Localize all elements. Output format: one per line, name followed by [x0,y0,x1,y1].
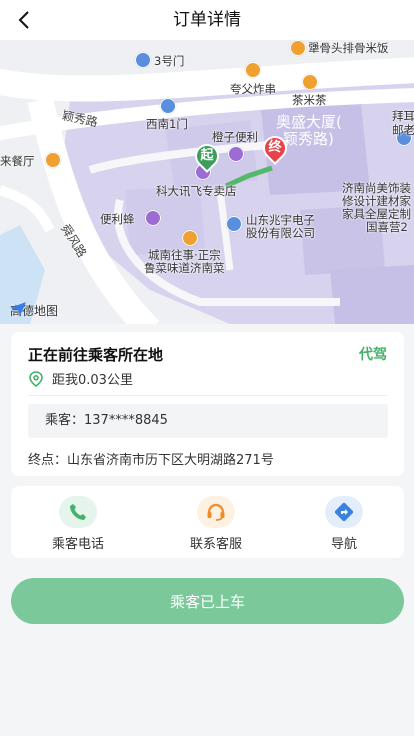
map-label: 股份有限公司 [246,226,315,240]
poi-chengzi-icon[interactable] [228,146,244,162]
distance-row: 距我0.03公里 [28,369,133,388]
start-pin[interactable]: 起 [190,139,224,174]
poi-xinan-icon[interactable] [160,98,176,114]
action-label: 联系客服 [189,537,242,552]
map-label: 奥盛大厦( [276,113,342,131]
action-label: 导航 [330,537,357,552]
map-label: 颖秀路) [283,130,334,148]
map-label: 犟骨头排骨米饭 [308,41,389,55]
amap-logo-icon [10,302,26,316]
map-label: 西南1门 [146,117,188,131]
passenger-phone: 乘客：137****8845 [28,404,388,438]
poi-qigu-icon[interactable] [290,40,306,56]
action-label: 乘客电话 [51,537,104,552]
phone-icon [59,496,97,528]
poi-chengnan-icon[interactable] [182,230,198,246]
poi-bianlifeng-icon[interactable] [145,210,161,226]
navigation-button[interactable]: 导航 [289,496,399,552]
map-label: 夸父炸串 [230,82,276,96]
passenger-boarded-button[interactable]: 乘客已上车 [11,578,404,624]
amap-logo: 高德地图 [10,302,58,319]
map-label: 科大讯飞专卖店 [156,184,237,198]
map-label: 便利蜂 [100,212,135,226]
call-passenger-button[interactable]: 乘客电话 [23,496,133,552]
map-label: 3号门 [154,54,185,68]
distance-text: 距我0.03公里 [52,373,133,388]
map-label: 茶米茶 [292,93,327,107]
map-view[interactable]: 起 终 3号门 犟骨头排骨米饭 夸父炸串 茶米茶 颖秀路 西南1门 奥盛大厦( … [0,40,414,324]
map-label: 邮老 [392,123,414,137]
quick-actions-card: 乘客电话 联系客服 导航 [11,486,404,558]
poi-zhaoyu-icon[interactable] [226,216,242,232]
page-title: 订单详情 [173,10,241,30]
order-status: 正在前往乘客所在地 [28,346,164,364]
start-pin-label: 起 [200,148,214,163]
divider [28,395,387,396]
headset-icon [197,496,235,528]
order-info-card: 正在前往乘客所在地 代驾 距我0.03公里 乘客：137****8845 终点：… [11,332,404,476]
map-label: 来餐厅 [0,154,35,168]
poi-laicanting-icon[interactable] [45,152,61,168]
poi-chami-icon[interactable] [302,74,318,90]
map-label: 国喜营2 [366,220,408,234]
poi-3hao-icon[interactable] [135,52,151,68]
poi-kuafu-icon[interactable] [245,62,261,78]
destination-address: 终点：山东省济南市历下区大明湖路271号 [28,453,274,468]
map-label: 橙子便利 [212,130,258,144]
contact-support-button[interactable]: 联系客服 [161,496,271,552]
map-label: 鲁菜味道济南菜 [144,261,225,275]
location-pin-icon [29,370,43,387]
navigation-icon [325,496,363,528]
service-type-badge: 代驾 [359,347,387,363]
top-bar: 订单详情 [0,0,414,40]
